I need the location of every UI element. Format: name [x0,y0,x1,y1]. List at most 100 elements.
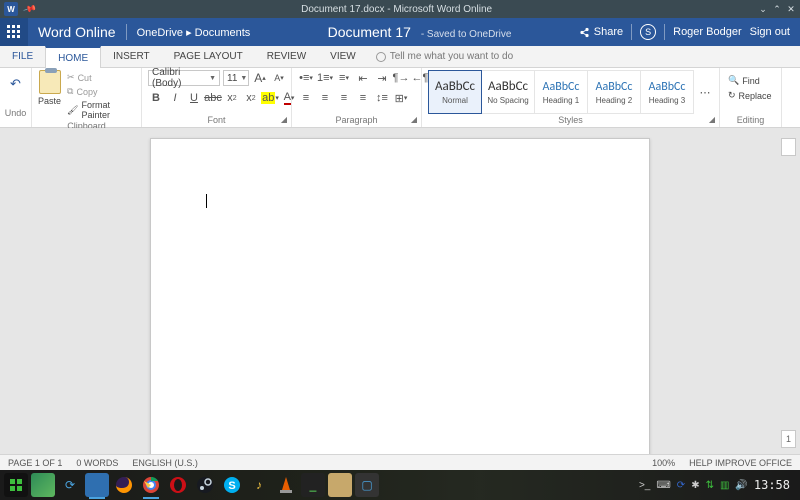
taskbar-chrome-icon[interactable] [139,473,163,497]
superscript-button[interactable]: x2 [243,90,259,106]
tray-bluetooth-icon[interactable]: ✱ [691,480,699,491]
tray-network-icon[interactable]: ⇅ [706,480,714,491]
signout-link[interactable]: Sign out [750,26,790,38]
copy-icon: ⧉ [67,86,73,97]
taskbar-menu-icon[interactable] [4,473,28,497]
document-canvas[interactable]: 1 [0,128,800,454]
style-preview: AaBbCc [543,80,580,94]
font-dialog-launcher[interactable]: ◢ [281,115,287,124]
system-tray: >_ ⌨ ⟳ ✱ ⇅ ▥ 🔊 13:58 [639,478,796,492]
taskbar-notes-icon[interactable] [328,473,352,497]
tab-insert[interactable]: INSERT [101,46,162,67]
status-words[interactable]: 0 WORDS [76,458,118,468]
numbering-button[interactable]: 1≡▾ [317,70,333,86]
tab-home[interactable]: HOME [45,46,101,68]
find-button[interactable]: 🔍Find [726,74,774,87]
taskbar-opera-icon[interactable] [166,473,190,497]
tray-cpu-icon[interactable]: ▥ [720,480,729,491]
scroll-up-button[interactable] [781,138,796,156]
document-title[interactable]: Document 17 - Saved to OneDrive [260,24,578,40]
bold-button[interactable]: B [148,90,164,106]
tab-review[interactable]: REVIEW [255,46,318,67]
window-title: Document 17.docx - Microsoft Word Online [35,4,758,15]
cut-button[interactable]: ✂Cut [65,71,135,84]
taskbar-files-icon[interactable] [85,473,109,497]
bullets-button[interactable]: •≡▾ [298,70,314,86]
tab-page-layout[interactable]: PAGE LAYOUT [162,46,255,67]
tray-terminal-icon[interactable]: >_ [639,480,650,491]
multilevel-list-button[interactable]: ≡▾ [336,70,352,86]
help-improve-link[interactable]: HELP IMPROVE OFFICE [689,458,792,468]
style-heading-1[interactable]: AaBbCcHeading 1 [534,70,588,114]
highlight-button[interactable]: ab▾ [262,90,278,106]
taskbar-desktop-icon[interactable]: ⟳ [58,473,82,497]
page[interactable] [150,138,650,454]
tab-view[interactable]: VIEW [318,46,368,67]
underline-button[interactable]: U [186,90,202,106]
style-heading-3[interactable]: AaBbCc Heading 3 [640,70,694,114]
taskbar-skype-icon[interactable]: S [220,473,244,497]
lightbulb-icon [376,52,386,62]
taskbar-terminal-icon[interactable]: _ [301,473,325,497]
tray-volume-icon[interactable]: 🔊 [735,480,747,491]
taskbar-vlc-icon[interactable] [274,473,298,497]
styles-more-button[interactable]: ⋯ [697,85,713,101]
tray-update-icon[interactable]: ⟳ [677,480,685,491]
taskbar-monitor-icon[interactable]: ▢ [355,473,379,497]
tray-clock[interactable]: 13:58 [754,478,790,492]
status-page[interactable]: PAGE 1 OF 1 [8,458,62,468]
justify-button[interactable]: ≡ [355,90,371,106]
share-icon [579,27,590,38]
tell-me-search[interactable]: Tell me what you want to do [368,46,521,67]
skype-icon[interactable]: S [640,24,656,40]
status-language[interactable]: ENGLISH (U.S.) [132,458,198,468]
grow-font-button[interactable]: A▴ [252,70,268,86]
align-left-button[interactable]: ≡ [298,90,314,106]
line-spacing-button[interactable]: ↕≡ [374,90,390,106]
user-name[interactable]: Roger Bodger [673,26,742,38]
undo-button[interactable]: ↶ [6,74,26,94]
style-no-spacing[interactable]: AaBbCcNo Spacing [481,70,535,114]
maximize-button[interactable]: ⌃ [772,4,782,14]
taskbar-firefox-icon[interactable] [112,473,136,497]
style-heading-2[interactable]: AaBbCcHeading 2 [587,70,641,114]
page-indicator: 1 [781,430,796,448]
strikethrough-button[interactable]: abc [205,90,221,106]
ltr-button[interactable]: ¶→ [393,70,409,86]
copy-button[interactable]: ⧉Copy [65,85,135,98]
decrease-indent-button[interactable]: ⇤ [355,70,371,86]
undo-label: Undo [5,108,27,118]
italic-button[interactable]: I [167,90,183,106]
font-size-select[interactable]: 11▼ [223,70,249,86]
tab-file[interactable]: FILE [0,46,45,67]
replace-button[interactable]: ↻Replace [726,89,774,102]
status-zoom[interactable]: 100% [652,458,675,468]
align-right-button[interactable]: ≡ [336,90,352,106]
subscript-button[interactable]: x2 [224,90,240,106]
editing-group-label: Editing [737,115,765,125]
styles-dialog-launcher[interactable]: ◢ [709,115,715,124]
close-button[interactable]: ✕ [786,4,796,14]
share-button[interactable]: Share [579,26,623,38]
ribbon-tabs: FILE HOME INSERT PAGE LAYOUT REVIEW VIEW… [0,46,800,68]
style-normal[interactable]: AaBbCcNormal [428,70,482,114]
app-launcher-icon[interactable] [0,18,28,46]
align-center-button[interactable]: ≡ [317,90,333,106]
minimize-button[interactable]: ⌄ [758,4,768,14]
paste-button[interactable]: Paste [38,70,61,106]
paragraph-dialog-launcher[interactable]: ◢ [411,115,417,124]
taskbar-music-icon[interactable]: ♪ [247,473,271,497]
tray-keyboard-icon[interactable]: ⌨ [656,480,670,491]
format-painter-button[interactable]: 🖌Format Painter [65,99,135,121]
paste-icon [39,70,61,94]
font-group-label: Font [207,115,225,125]
font-name-select[interactable]: Calibri (Body)▼ [148,70,220,86]
breadcrumb[interactable]: OneDrive ▸ Documents [127,26,261,39]
shrink-font-button[interactable]: A▾ [271,70,287,86]
style-preview: AaBbCc [649,80,686,94]
taskbar-screenshot-icon[interactable] [31,473,55,497]
increase-indent-button[interactable]: ⇥ [374,70,390,86]
special-indent-button[interactable]: ⊞▾ [393,90,409,106]
style-name: Heading 3 [649,96,685,105]
taskbar-steam-icon[interactable] [193,473,217,497]
